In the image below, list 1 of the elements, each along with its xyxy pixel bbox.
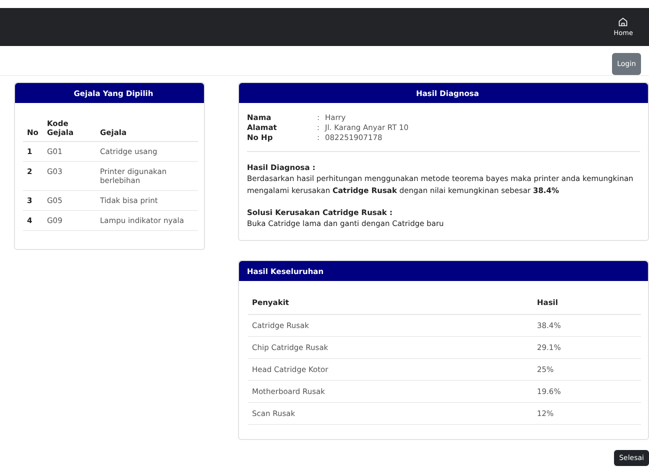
home-icon xyxy=(618,17,628,27)
